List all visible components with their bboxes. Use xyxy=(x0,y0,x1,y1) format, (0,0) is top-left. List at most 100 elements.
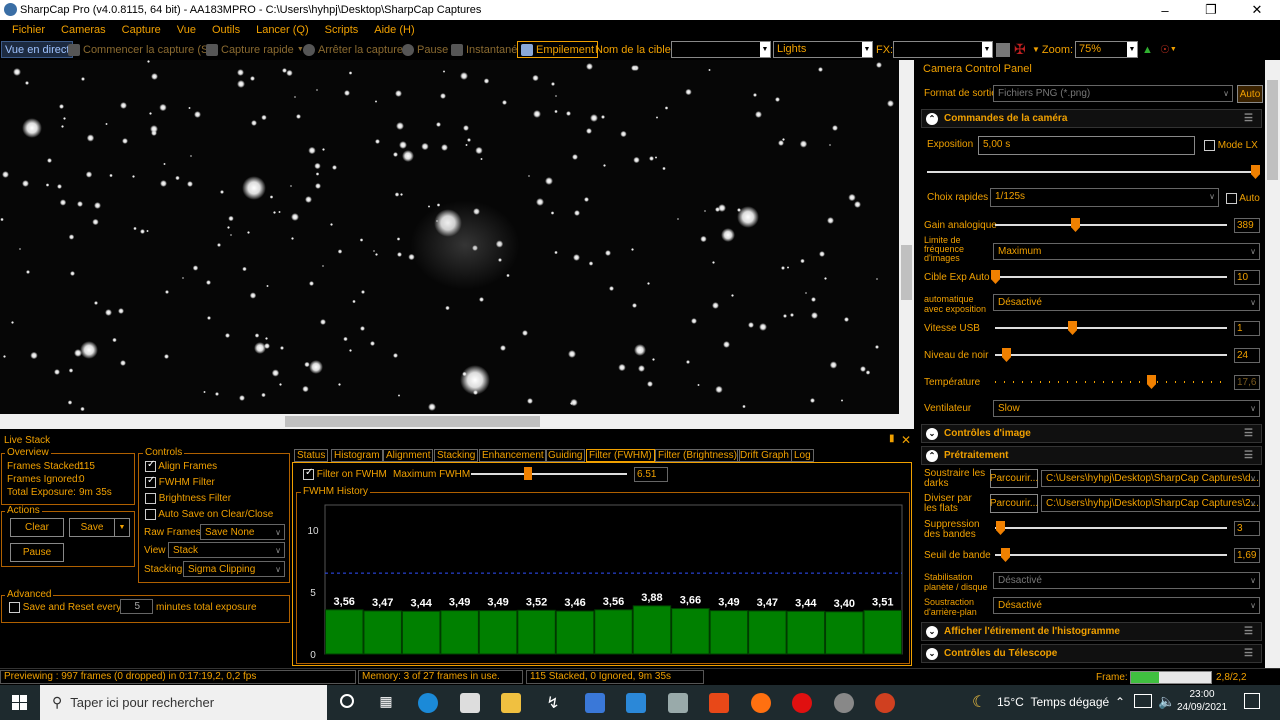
fx-settings-icon[interactable] xyxy=(996,43,1010,57)
raw-frames-select[interactable]: Save None ∨ xyxy=(200,524,285,540)
app-icon-bolt[interactable]: ↯ xyxy=(543,693,563,713)
tab-filter-fwhm[interactable]: Filter (FWHM) xyxy=(586,449,655,462)
section-preprocessing[interactable]: ⌃ Prétraitement ☰ xyxy=(921,446,1262,465)
sharpcap-icon[interactable] xyxy=(834,693,854,713)
auto-with-exposure-select[interactable]: Désactivé ∨ xyxy=(993,294,1260,311)
task-view-icon[interactable]: ▦ xyxy=(376,693,396,713)
divide-flats-select[interactable]: C:\Users\hyhpj\Desktop\SharpCap Captures… xyxy=(1041,495,1260,512)
snapshot-button[interactable]: Instantané xyxy=(451,41,517,58)
framerate-limit-select[interactable]: Maximum ∨ xyxy=(993,243,1260,260)
section-histogram-stretch[interactable]: ⌄ Afficher l'étirement de l'histogramme ☰ xyxy=(921,622,1262,641)
pause-button[interactable]: Pause xyxy=(402,41,448,58)
stop-capture-button[interactable]: Arrêter la capture xyxy=(303,41,403,58)
camera-panel-scrollbar[interactable] xyxy=(1265,60,1280,668)
auto-save-checkbox[interactable]: Auto Save on Clear/Close xyxy=(145,509,273,520)
banding-suppression-slider[interactable] xyxy=(995,527,1227,529)
tab-alignment[interactable]: Alignment xyxy=(383,449,434,462)
usb-speed-value[interactable]: 1 xyxy=(1234,321,1260,336)
black-level-value[interactable]: 24 xyxy=(1234,348,1260,363)
dropbox-icon[interactable] xyxy=(585,693,605,713)
fx-combo[interactable]: ▼ xyxy=(893,41,993,58)
crosshair-icon[interactable]: ✠ xyxy=(1014,41,1026,58)
section-camera-controls[interactable]: ⌃ Commandes de la caméra ☰ xyxy=(921,109,1262,128)
menu-lancer[interactable]: Lancer (Q) xyxy=(256,24,309,36)
tab-histogram[interactable]: Histogram xyxy=(331,449,383,462)
auto-exp-target-slider[interactable] xyxy=(995,276,1227,278)
tab-drift-graph[interactable]: Drift Graph xyxy=(737,449,792,462)
menu-aide[interactable]: Aide (H) xyxy=(374,24,414,36)
mail-icon[interactable] xyxy=(626,693,646,713)
max-fwhm-thumb[interactable] xyxy=(524,467,532,480)
stacking-select[interactable]: Sigma Clipping ∨ xyxy=(183,561,285,577)
quick-choice-auto-checkbox[interactable]: Auto xyxy=(1226,193,1260,204)
camera-image-view[interactable] xyxy=(0,60,914,414)
calculator-icon[interactable] xyxy=(668,693,688,713)
opera-icon[interactable] xyxy=(792,693,812,713)
section-image-controls[interactable]: ⌄ Contrôles d'image ☰ xyxy=(921,424,1262,443)
tab-status[interactable]: Status xyxy=(294,449,329,462)
brightness-filter-checkbox[interactable]: Brightness Filter xyxy=(145,493,231,504)
weather-widget[interactable]: 15°C Temps dégagé xyxy=(997,695,1109,709)
subtract-darks-select[interactable]: C:\Users\hyhpj\Desktop\SharpCap Captures… xyxy=(1041,470,1260,487)
store-icon[interactable] xyxy=(460,693,480,713)
clear-button[interactable]: Clear xyxy=(10,518,64,537)
output-format-select[interactable]: Fichiers PNG (*.png) ∨ xyxy=(993,85,1233,102)
tab-log[interactable]: Log xyxy=(791,449,814,462)
image-vertical-scrollbar[interactable] xyxy=(899,60,914,414)
cortana-icon[interactable] xyxy=(340,694,354,708)
firefox-icon[interactable] xyxy=(751,693,771,713)
zoom-combo[interactable]: 75% ▼ xyxy=(1075,41,1138,58)
tab-stacking[interactable]: Stacking xyxy=(434,449,479,462)
view-select[interactable]: Stack ∨ xyxy=(168,542,285,558)
menu-fichier[interactable]: Fichier xyxy=(12,24,45,36)
tab-enhancement[interactable]: Enhancement xyxy=(479,449,547,462)
save-reset-checkbox[interactable]: Save and Reset every xyxy=(9,602,121,613)
taskbar-search-box[interactable]: ⚲ Taper ici pour rechercher xyxy=(40,685,327,720)
office-icon[interactable] xyxy=(709,693,729,713)
background-subtraction-select[interactable]: Désactivé ∨ xyxy=(993,597,1260,614)
windows-start-icon[interactable] xyxy=(12,695,28,711)
maximize-button[interactable]: ❐ xyxy=(1188,0,1234,20)
image-horizontal-scrollbar[interactable] xyxy=(0,414,914,429)
filter-on-fwhm-checkbox[interactable]: Filter on FWHM xyxy=(303,467,387,480)
menu-cameras[interactable]: Cameras xyxy=(61,24,106,36)
max-fwhm-value[interactable]: 6.51 xyxy=(634,467,668,482)
quick-choice-select[interactable]: 1/125s ∨ xyxy=(990,188,1219,207)
menu-capture[interactable]: Capture xyxy=(122,24,161,36)
minimize-button[interactable]: – xyxy=(1142,0,1188,20)
output-format-auto-button[interactable]: Auto xyxy=(1237,85,1263,103)
stacking-button[interactable]: Empilement xyxy=(517,41,599,58)
network-icon[interactable] xyxy=(1134,694,1152,708)
live-view-button[interactable]: Vue en direct xyxy=(1,41,74,58)
gain-value[interactable]: 389 xyxy=(1234,218,1260,233)
target-name-combo[interactable]: ▼ xyxy=(671,41,771,58)
fwhm-filter-checkbox[interactable]: FWHM Filter xyxy=(145,475,215,488)
fan-select[interactable]: Slow ∨ xyxy=(993,400,1260,417)
edge-icon[interactable] xyxy=(418,693,438,713)
max-fwhm-slider[interactable] xyxy=(471,473,627,475)
section-telescope-controls[interactable]: ⌄ Contrôles du Télescope ☰ xyxy=(921,644,1262,663)
save-button[interactable]: Save xyxy=(69,518,115,537)
save-reset-input[interactable]: 5 xyxy=(120,599,153,614)
powerpoint-icon[interactable] xyxy=(875,693,895,713)
align-frames-checkbox[interactable]: Align Frames xyxy=(145,459,217,472)
tab-guiding[interactable]: Guiding xyxy=(545,449,586,462)
exposure-slider[interactable] xyxy=(927,171,1257,173)
menu-scripts[interactable]: Scripts xyxy=(325,24,359,36)
exposure-input[interactable]: 5,00 s xyxy=(978,136,1195,155)
band-threshold-slider[interactable] xyxy=(995,554,1227,556)
black-level-slider[interactable] xyxy=(995,354,1227,356)
subtract-darks-browse-button[interactable]: Parcourir... xyxy=(990,469,1038,488)
pin-icon[interactable]: ▮ xyxy=(889,433,895,444)
start-capture-button[interactable]: Commencer la capture (S) xyxy=(68,41,212,58)
volume-icon[interactable]: 🔈 xyxy=(1158,693,1175,710)
clock[interactable]: 23:00 24/09/2021 xyxy=(1176,688,1228,714)
frame-type-combo[interactable]: Lights ▼ xyxy=(773,41,873,58)
notifications-icon[interactable] xyxy=(1244,693,1260,709)
target-icon[interactable]: ☉ ▼ xyxy=(1160,41,1177,58)
close-button[interactable]: ✕ xyxy=(1234,0,1280,20)
divide-flats-browse-button[interactable]: Parcourir... xyxy=(990,494,1038,513)
menu-vue[interactable]: Vue xyxy=(177,24,196,36)
histogram-icon[interactable]: ▲ xyxy=(1142,41,1153,58)
quick-capture-button[interactable]: Capture rapide ▼ xyxy=(206,41,304,58)
